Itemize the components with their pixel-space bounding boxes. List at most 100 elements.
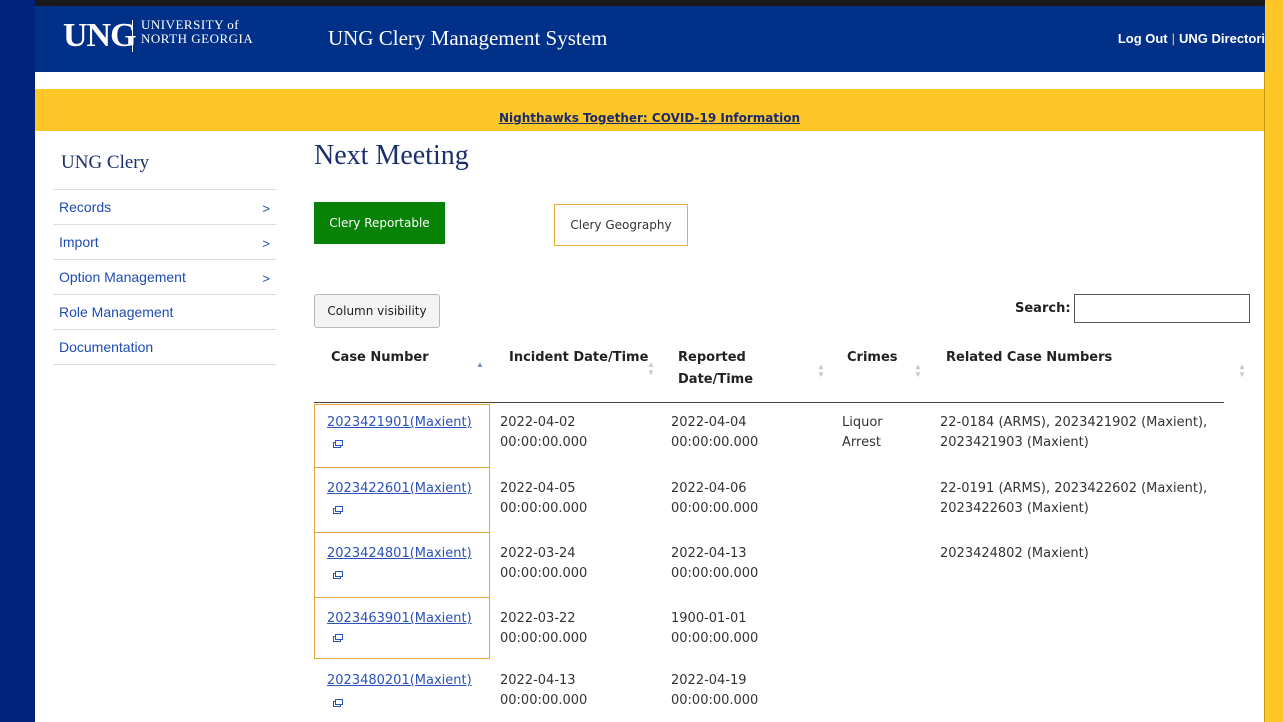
chevron-right-icon: > [262,236,270,251]
covid-banner: Nighthawks Together: COVID-19 Informatio… [35,89,1264,131]
column-header-related-case-numbers[interactable]: Related Case Numbers [946,347,1112,369]
incident-date: 2022-03-22 [500,611,576,626]
incident-date: 2022-04-05 [500,481,576,496]
column-header-label-line-1: Reported [678,350,746,365]
reported-datetime-cell: 2022-04-06 00:00:00.000 [671,479,758,519]
related-line-1: 2023424802 (Maxient) [940,546,1089,561]
incident-datetime-cell: 2022-03-24 00:00:00.000 [500,544,587,584]
clery-reportable-button[interactable]: Clery Reportable [314,202,445,244]
case-cell-highlight [314,532,490,598]
case-number-link[interactable]: 2023480201(Maxient) [327,673,472,688]
logo-line-1: UNIVERSITY of [141,17,240,32]
table-row: 2023421901(Maxient) [327,413,472,433]
incident-date: 2022-03-24 [500,546,576,561]
reported-time: 00:00:00.000 [671,631,759,646]
page-frame-left [0,0,35,722]
open-window-icon[interactable] [333,506,343,514]
case-number-link[interactable]: 2023463901(Maxient) [327,611,472,626]
page-title: Next Meeting [314,140,469,171]
reported-datetime-cell: 2022-04-13 00:00:00.000 [671,544,758,584]
crimes-cell: Liquor Arrest [842,413,883,453]
top-links: Log Out | UNG Directori [1118,31,1265,46]
case-cell-highlight [314,467,490,533]
incident-time: 00:00:00.000 [500,693,588,708]
clery-geography-button[interactable]: Clery Geography [554,204,688,246]
sidebar-item-import[interactable]: Import > [53,225,276,260]
reported-time: 00:00:00.000 [671,693,759,708]
incident-date: 2022-04-13 [500,673,576,688]
sidebar-item-label: Import [59,234,99,250]
related-cases-cell: 22-0191 (ARMS), 2023422602 (Maxient), 202… [940,479,1207,519]
open-window-icon[interactable] [333,571,343,579]
ung-directory-link[interactable]: UNG Directori [1179,31,1265,46]
case-number-link[interactable]: 2023424801(Maxient) [327,546,472,561]
related-cases-cell: 22-0184 (ARMS), 2023421902 (Maxient), 202… [940,413,1207,453]
column-header-reported-datetime[interactable]: Reported Date/Time [678,347,753,391]
sort-ascending-icon: ▲ [476,360,484,369]
page-frame-right [1265,0,1283,722]
related-cases-cell: 2023424802 (Maxient) [940,544,1089,564]
related-line-2: 2023422603 (Maxient) [940,501,1089,516]
incident-date: 2022-04-02 [500,415,576,430]
reported-datetime-cell: 2022-04-04 00:00:00.000 [671,413,758,453]
table-row: 2023480201(Maxient) [327,671,472,691]
column-header-label: Crimes [847,350,898,365]
column-header-label-line-2: Date/Time [678,372,754,387]
reported-date: 2022-04-13 [671,546,747,561]
case-number-link[interactable]: 2023421901(Maxient) [327,415,472,430]
sidebar-item-label: Records [59,199,112,215]
crime-line-2: Arrest [842,435,881,450]
column-header-crimes[interactable]: Crimes [847,347,898,369]
related-line-1: 22-0184 (ARMS), 2023421902 (Maxient), [940,415,1208,430]
reported-time: 00:00:00.000 [671,435,759,450]
app-title: UNG Clery Management System [328,26,608,50]
covid-info-link[interactable]: Nighthawks Together: COVID-19 Informatio… [35,111,1264,125]
reported-datetime-cell: 1900-01-01 00:00:00.000 [671,609,758,649]
incident-time: 00:00:00.000 [500,435,588,450]
sidebar-item-documentation[interactable]: Documentation [53,330,276,365]
sidebar-item-records[interactable]: Records > [53,190,276,225]
logout-link[interactable]: Log Out [1118,31,1168,46]
column-header-label: Case Number [331,350,429,365]
crime-line-1: Liquor [842,415,883,430]
reported-date: 2022-04-04 [671,415,747,430]
incident-datetime-cell: 2022-04-05 00:00:00.000 [500,479,587,519]
table-row: 2023424801(Maxient) [327,544,472,564]
case-number-link[interactable]: 2023422601(Maxient) [327,481,472,496]
top-links-separator: | [1171,31,1176,46]
logo-divider [132,20,133,52]
reported-date: 2022-04-19 [671,673,747,688]
ung-logo-name[interactable]: UNIVERSITY of NORTH GEORGIA [141,18,253,46]
sidebar-item-option-management[interactable]: Option Management > [53,260,276,295]
sort-both-icon: ▲ ▼ [1238,362,1246,379]
incident-time: 00:00:00.000 [500,501,588,516]
sort-both-icon: ▲ ▼ [914,362,922,379]
chevron-right-icon: > [262,271,270,286]
column-visibility-button[interactable]: Column visibility [314,294,440,328]
chevron-right-icon: > [262,201,270,216]
column-header-label: Incident Date/Time [509,350,649,365]
open-window-icon[interactable] [333,440,343,448]
reported-datetime-cell: 2022-04-19 00:00:00.000 [671,671,758,711]
incident-datetime-cell: 2022-03-22 00:00:00.000 [500,609,587,649]
reported-date: 2022-04-06 [671,481,747,496]
sidebar-item-role-management[interactable]: Role Management [53,295,276,330]
reported-time: 00:00:00.000 [671,566,759,581]
incident-datetime-cell: 2022-04-02 00:00:00.000 [500,413,587,453]
table-row: 2023422601(Maxient) [327,479,472,499]
search-label: Search: [1015,301,1071,316]
table-row: 2023463901(Maxient) [327,609,472,629]
column-header-case-number[interactable]: Case Number [331,347,429,369]
ung-logo-abbr[interactable]: UNG [63,17,137,55]
open-window-icon[interactable] [333,699,343,707]
sidebar-item-label: Role Management [59,304,174,320]
search-input[interactable] [1074,294,1250,323]
related-line-2: 2023421903 (Maxient) [940,435,1089,450]
open-window-icon[interactable] [333,634,343,642]
logo-line-2: NORTH GEORGIA [141,31,254,46]
top-navigation-bar: UNG UNIVERSITY of NORTH GEORGIA UNG Cler… [35,0,1265,72]
column-header-incident-datetime[interactable]: Incident Date/Time [509,347,648,369]
table-header-divider [314,402,1224,403]
sidebar-item-label: Option Management [59,269,186,285]
sidebar-title[interactable]: UNG Clery [53,145,276,190]
